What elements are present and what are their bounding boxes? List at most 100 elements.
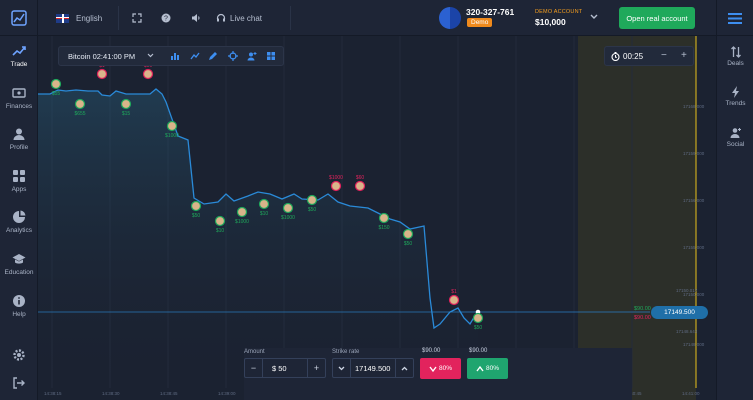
trade-marker[interactable]: $1000: [329, 175, 343, 192]
divider: [118, 6, 119, 30]
trader-avatar[interactable]: [120, 98, 132, 110]
users-icon: [730, 128, 741, 138]
help-button[interactable]: ?: [161, 0, 171, 36]
strike-rate-label: Strike rate: [332, 349, 360, 355]
trend-up-icon: [12, 46, 26, 56]
live-chat-label: Live chat: [230, 13, 263, 23]
trade-marker[interactable]: $1: [448, 289, 460, 306]
avatar[interactable]: [439, 7, 461, 29]
rightbar-item-social[interactable]: Social: [717, 127, 753, 148]
trade-panel: Amount − $ 50 + Strike rate 17149.500 $9…: [244, 348, 632, 400]
uk-flag-icon: [56, 13, 69, 23]
call-button[interactable]: 80%: [467, 358, 508, 379]
sidebar-item-trade[interactable]: Trade: [0, 44, 38, 68]
trade-amount-label: $1: [451, 289, 457, 295]
time-tick: 14:38:45: [160, 391, 178, 396]
sound-button[interactable]: [191, 0, 201, 36]
trade-amount-label: $1000: [165, 133, 179, 139]
timer-minus-button[interactable]: −: [661, 50, 667, 61]
amount-minus-button[interactable]: −: [245, 359, 263, 377]
sidebar-item-label: Analytics: [5, 227, 32, 234]
sidebar-item-label: Profile: [9, 144, 29, 151]
amount-input[interactable]: $ 50: [272, 364, 287, 373]
rightbar-item-deals[interactable]: Deals: [717, 46, 753, 67]
sidebar-item-help[interactable]: Help: [0, 294, 38, 318]
strike-down-button[interactable]: [333, 359, 351, 377]
trade-amount-label: $1000: [329, 175, 343, 181]
fullscreen-button[interactable]: [132, 0, 142, 36]
lightning-icon: [731, 86, 739, 98]
indicators-icon[interactable]: [190, 51, 200, 61]
menu-button[interactable]: [716, 0, 753, 36]
asset-selector[interactable]: Bitcoin 02:41:00 PM: [68, 52, 135, 61]
crosshair-icon[interactable]: [228, 51, 238, 61]
open-real-account-button[interactable]: Open real account: [619, 7, 695, 29]
rightbar-item-label: Trends: [725, 100, 746, 107]
trade-amount-label: $1000: [281, 215, 295, 221]
price-tick: 17156.000: [683, 198, 705, 203]
trader-avatar[interactable]: [378, 212, 390, 224]
trade-amount-label: $50: [308, 207, 317, 213]
trader-avatar[interactable]: [236, 206, 248, 218]
sidebar-item-profile[interactable]: Profile: [0, 127, 38, 151]
trader-avatar[interactable]: [402, 228, 414, 240]
pie-chart-icon: [13, 210, 26, 223]
trader-avatar[interactable]: [50, 78, 62, 90]
trade-amount-label: $60: [356, 175, 365, 181]
trade-marker[interactable]: $55: [50, 78, 62, 98]
language-selector[interactable]: English: [56, 0, 102, 36]
time-tick: 14:41:00: [682, 391, 700, 396]
sidebar-item-analytics[interactable]: Analytics: [0, 210, 38, 234]
demo-balance: $10,000: [535, 17, 566, 27]
put-payout: $90.00: [422, 348, 441, 354]
trader-avatar[interactable]: [306, 194, 318, 206]
sidebar-item-label: Education: [4, 269, 34, 276]
trader-avatar[interactable]: [282, 202, 294, 214]
trader-avatar[interactable]: [74, 98, 86, 110]
timer-plus-button[interactable]: +: [681, 50, 687, 61]
trader-avatar[interactable]: [448, 294, 460, 306]
put-button[interactable]: 80%: [420, 358, 461, 379]
trader-avatar[interactable]: [472, 312, 484, 324]
trader-avatar[interactable]: [330, 180, 342, 192]
user-icon: [13, 128, 25, 140]
trader-avatar[interactable]: [258, 198, 270, 210]
account-dropdown-chevron-icon[interactable]: [590, 13, 598, 22]
speaker-icon: [192, 14, 200, 22]
strike-rate-input[interactable]: 17149.500: [355, 364, 390, 373]
strike-up-button[interactable]: [395, 359, 413, 377]
trader-avatar[interactable]: [166, 120, 178, 132]
sidebar-item-education[interactable]: Education: [0, 252, 38, 276]
trader-avatar[interactable]: [96, 68, 108, 80]
add-user-icon[interactable]: [247, 51, 257, 61]
chart-type-icon[interactable]: [170, 51, 180, 61]
chart-toolbar: Bitcoin 02:41:00 PM: [58, 46, 284, 66]
info-icon: [13, 295, 25, 307]
trade-amount-label: $1000: [235, 219, 249, 225]
logo[interactable]: [0, 0, 38, 36]
stopwatch-icon: [611, 52, 620, 61]
arrow-up-icon: [476, 365, 484, 371]
trader-avatar[interactable]: [214, 215, 226, 227]
rightbar-item-trends[interactable]: Trends: [717, 86, 753, 107]
sidebar-item-apps[interactable]: Apps: [0, 169, 38, 193]
strike-rate-stepper: 17149.500: [332, 358, 414, 378]
trading-chart[interactable]: $90.00 $90.00 $55 $1 $90 $655 $15 $1000 $50 $10…: [38, 36, 716, 400]
settings-button[interactable]: [0, 348, 38, 365]
trade-marker[interactable]: $60: [354, 175, 366, 192]
live-chat-button[interactable]: Live chat: [216, 0, 262, 36]
trade-amount-label: $50: [474, 325, 483, 331]
current-price-tag: 17149.500: [651, 306, 708, 319]
layout-grid-icon[interactable]: [266, 51, 276, 61]
draw-pencil-icon[interactable]: [208, 51, 218, 61]
trade-amount-label: $55: [52, 91, 61, 97]
amount-plus-button[interactable]: +: [307, 359, 325, 377]
asset-chevron-down-icon[interactable]: [147, 51, 154, 60]
price-tick: 17155.000: [683, 245, 705, 250]
sidebar-item-finances[interactable]: Finances: [0, 86, 38, 110]
trader-avatar[interactable]: [190, 200, 202, 212]
logout-button[interactable]: [0, 376, 38, 393]
trader-avatar[interactable]: [142, 68, 154, 80]
language-label: English: [76, 13, 103, 23]
trader-avatar[interactable]: [354, 180, 366, 192]
